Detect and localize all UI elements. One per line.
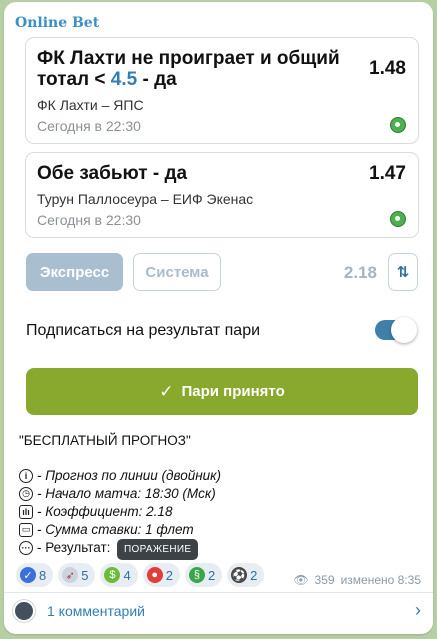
reaction-soccer[interactable]: ⚽ 2 (227, 563, 265, 587)
message-bubble: Online Bet ФК Лахти не проиграет и общий… (4, 2, 433, 634)
info-icon: i (19, 468, 33, 483)
bet-time: Сегодня в 22:30 (37, 118, 141, 134)
wallet-icon: ▭ (19, 522, 33, 537)
bet-match: ФК Лахти – ЯПС (37, 97, 144, 113)
post-heading: "БЕСПЛАТНЫЙ ПРОГНОЗ" (19, 433, 191, 448)
reaction-strawberry[interactable]: ● 2 (142, 563, 180, 587)
eye-icon: 👁 (293, 573, 309, 587)
money-icon: $ (104, 567, 121, 583)
divider (4, 592, 433, 593)
check-icon: ✓ (20, 567, 36, 583)
dragon-icon: § (188, 567, 205, 583)
edited-time: изменено 8:35 (340, 573, 421, 587)
message-meta: 👁 359 изменено 8:35 (293, 573, 421, 587)
reaction-dragon[interactable]: § 2 (184, 563, 223, 587)
rocket-icon: ➶ (62, 567, 79, 583)
reaction-check[interactable]: ✓ 8 (16, 563, 54, 587)
sort-arrows-icon: ⇅ (396, 264, 410, 281)
bet-odds: 1.47 (369, 163, 406, 184)
soccer-ball-icon (390, 211, 406, 227)
bet-card-2[interactable]: Обе забьют - да 1.47 Турун Паллосеура – … (25, 152, 419, 238)
subscribe-label: Подписаться на результат пари (26, 322, 261, 339)
post-line: i - Прогноз по линии (двойник) (19, 468, 221, 483)
reaction-rocket[interactable]: ➶ 5 (58, 563, 96, 587)
channel-name[interactable]: Online Bet (15, 15, 99, 31)
strawberry-icon: ● (146, 567, 163, 583)
total-odds: 2.18 (343, 263, 377, 282)
dots-icon: ··· (19, 540, 33, 555)
tab-system[interactable]: Система (133, 253, 221, 291)
sort-button[interactable]: ⇅ (388, 253, 418, 291)
view-count: 359 (314, 573, 335, 587)
commenter-avatar (13, 600, 35, 622)
bet-card-1[interactable]: ФК Лахти не проиграет и общий тотал < 4.… (25, 37, 419, 144)
tab-express[interactable]: Экспресс (26, 253, 123, 291)
post-line: ◷ - Начало матча: 18:30 (Мск) (19, 486, 216, 501)
post-line: ▭ - Сумма ставки: 1 флет (19, 522, 194, 537)
post-line: ılı - Коэффициент: 2.18 (19, 504, 172, 519)
soccer-ball-icon (390, 117, 406, 133)
soccer-icon: ⚽ (231, 567, 248, 583)
check-icon: ✓ (159, 381, 174, 401)
accept-bet-button[interactable]: ✓ Пари принято (26, 368, 418, 415)
reactions-bar: ✓ 8 ➶ 5 $ 4 ● 2 § 2 ⚽ 2 (16, 563, 265, 587)
bet-title: Обе забьют - да (37, 163, 188, 184)
clock-icon: ◷ (19, 486, 33, 501)
chevron-right-icon[interactable]: › (415, 600, 421, 621)
post-line-result: ··· - Результат: (19, 540, 110, 555)
toggle-knob (391, 317, 417, 343)
comments-link[interactable]: 1 комментарий (47, 603, 145, 619)
accept-button-label: Пари принято (181, 383, 285, 400)
reaction-money[interactable]: $ 4 (100, 563, 138, 587)
chart-icon: ılı (19, 504, 33, 519)
result-spoiler[interactable]: ПОРАЖЕНИЕ (117, 539, 199, 560)
bet-odds: 1.48 (369, 58, 406, 79)
subscribe-toggle[interactable] (375, 317, 417, 343)
bet-title: ФК Лахти не проиграет и общий тотал < 4.… (37, 48, 340, 90)
bet-time: Сегодня в 22:30 (37, 212, 141, 228)
bet-match: Турун Паллосеура – ЕИФ Экенас (37, 191, 254, 207)
